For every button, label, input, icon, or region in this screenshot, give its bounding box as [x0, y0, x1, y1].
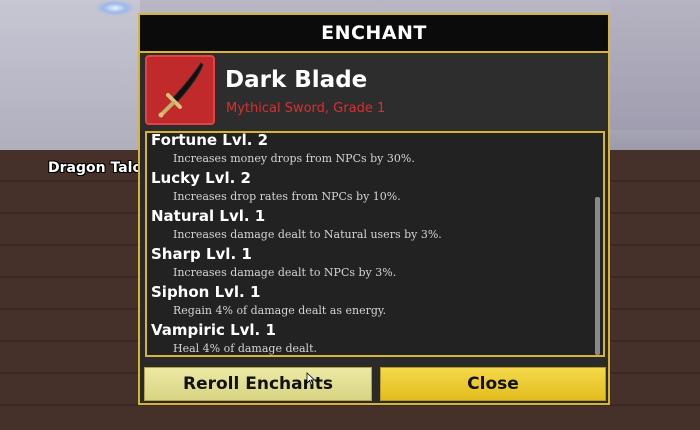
enchant-list-content: Fortune Lvl. 2 Increases money drops fro…: [147, 131, 589, 355]
enchant-list[interactable]: Fortune Lvl. 2 Increases money drops fro…: [145, 131, 605, 357]
list-item: Sharp Lvl. 1 Increases damage dealt to N…: [147, 237, 589, 279]
enchant-name: Fortune Lvl. 2: [151, 131, 269, 149]
item-rarity: Mythical Sword, Grade 1: [226, 101, 386, 116]
enchant-name: Natural Lvl. 1: [151, 207, 266, 225]
list-item: Lucky Lvl. 2 Increases drop rates from N…: [147, 161, 589, 203]
enchant-name: Siphon Lvl. 1: [151, 283, 261, 301]
window-title-bar: ENCHANT: [140, 15, 608, 53]
list-scrollbar[interactable]: [595, 197, 600, 355]
item-header: Dark Blade Mythical Sword, Grade 1: [140, 53, 608, 131]
mouse-cursor-icon: [306, 371, 316, 390]
enchant-name: Sharp Lvl. 1: [151, 245, 252, 263]
enchant-name: Lucky Lvl. 2: [151, 169, 251, 187]
list-item: Natural Lvl. 1 Increases damage dealt to…: [147, 199, 589, 241]
dark-blade-sword-icon: [145, 55, 215, 125]
stone-wall-right: [610, 0, 700, 130]
item-name: Dark Blade: [225, 67, 368, 93]
enchant-description: Heal 4% of damage dealt.: [173, 342, 317, 355]
enchant-window: ENCHANT Dark Blade Mythical Sword, Grade…: [138, 13, 610, 405]
close-button[interactable]: Close: [380, 367, 606, 401]
list-item: Siphon Lvl. 1 Regain 4% of damage dealt …: [147, 275, 589, 317]
player-name-tag: Dragon Talo: [48, 160, 143, 176]
list-item: Fortune Lvl. 2 Increases money drops fro…: [147, 131, 589, 165]
enchant-name: Vampiric Lvl. 1: [151, 321, 276, 339]
stone-wall: [0, 0, 140, 150]
reroll-enchants-button[interactable]: Reroll Enchants: [144, 367, 372, 401]
window-title: ENCHANT: [321, 22, 427, 44]
light-glow-effect: [95, 0, 135, 16]
list-item: Vampiric Lvl. 1 Heal 4% of damage dealt.: [147, 313, 589, 355]
